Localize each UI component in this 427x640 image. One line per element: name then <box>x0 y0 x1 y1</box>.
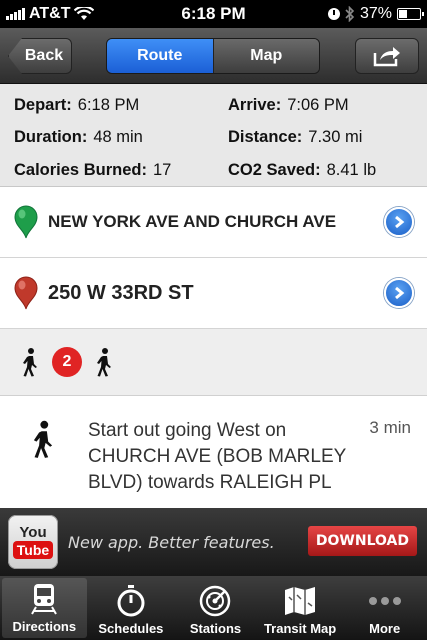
nav-bar: Back Route Map <box>0 28 427 84</box>
share-button[interactable] <box>355 38 419 74</box>
green-pin-icon <box>14 205 38 239</box>
status-bar: AT&T 6:18 PM 37% <box>0 0 427 28</box>
youtube-logo: You Tube <box>8 515 58 569</box>
walking-icon <box>23 348 37 377</box>
duration-stat: Duration: 48 min <box>14 128 143 147</box>
radar-icon <box>200 585 231 617</box>
walking-icon <box>97 348 111 377</box>
origin-detail-button[interactable] <box>384 207 414 237</box>
tab-directions[interactable]: Directions <box>2 578 87 638</box>
route-map-segmented-control: Route Map <box>106 38 320 74</box>
depart-stat: Depart: 6:18 PM <box>14 96 140 114</box>
train-icon <box>31 584 58 615</box>
step-instruction: Start out going West on CHURCH AVE (BOB … <box>88 420 346 493</box>
direction-step[interactable]: Start out going West on CHURCH AVE (BOB … <box>0 396 427 508</box>
battery-icon <box>397 8 424 20</box>
download-button[interactable]: DOWNLOAD <box>307 526 417 556</box>
subway-line-badge: 2 <box>52 347 82 377</box>
origin-label: NEW YORK AVE AND CHURCH AVE <box>48 212 337 231</box>
chevron-right-icon <box>395 286 405 300</box>
ad-tagline: New app. Better features. <box>68 532 275 552</box>
back-button[interactable]: Back <box>8 38 72 74</box>
ad-banner[interactable]: You Tube New app. Better features. DOWNL… <box>0 508 427 576</box>
battery-percent: 37% <box>359 5 392 22</box>
more-icon <box>368 597 401 605</box>
segment-map[interactable]: Map <box>212 39 319 73</box>
alarm-clock-icon <box>327 8 340 20</box>
red-pin-icon <box>14 276 38 310</box>
stopwatch-icon <box>117 585 145 617</box>
destination-row[interactable]: 250 W 33RD ST <box>0 258 427 329</box>
co2-stat: CO2 Saved: 8.41 lb <box>228 160 377 179</box>
tab-transit-map[interactable]: Transit Map <box>258 576 343 640</box>
step-duration: 3 min <box>369 418 411 437</box>
route-modes-row: 2 <box>0 329 427 396</box>
arrive-stat: Arrive: 7:06 PM <box>228 96 349 114</box>
walking-icon <box>33 420 53 458</box>
segment-route[interactable]: Route <box>107 39 213 73</box>
destination-label: 250 W 33RD ST <box>48 281 194 304</box>
calories-stat: Calories Burned: 17 <box>14 160 172 179</box>
tab-schedules[interactable]: Schedules <box>89 576 174 640</box>
tab-stations[interactable]: Stations <box>173 576 258 640</box>
share-icon <box>373 47 400 67</box>
distance-stat: Distance: 7.30 mi <box>228 128 363 147</box>
destination-detail-button[interactable] <box>384 278 414 308</box>
origin-row[interactable]: NEW YORK AVE AND CHURCH AVE <box>0 187 427 258</box>
bluetooth-icon <box>345 6 355 22</box>
route-content: Depart: 6:18 PM Arrive: 7:06 PM Duration: 4… <box>0 84 427 508</box>
tab-more[interactable]: More <box>342 576 427 640</box>
tab-bar: Directions Schedules Stations Transit Ma… <box>0 576 427 640</box>
chevron-right-icon <box>395 215 405 229</box>
map-icon <box>285 587 316 615</box>
trip-summary: Depart: 6:18 PM Arrive: 7:06 PM Duration: 4… <box>0 84 427 187</box>
